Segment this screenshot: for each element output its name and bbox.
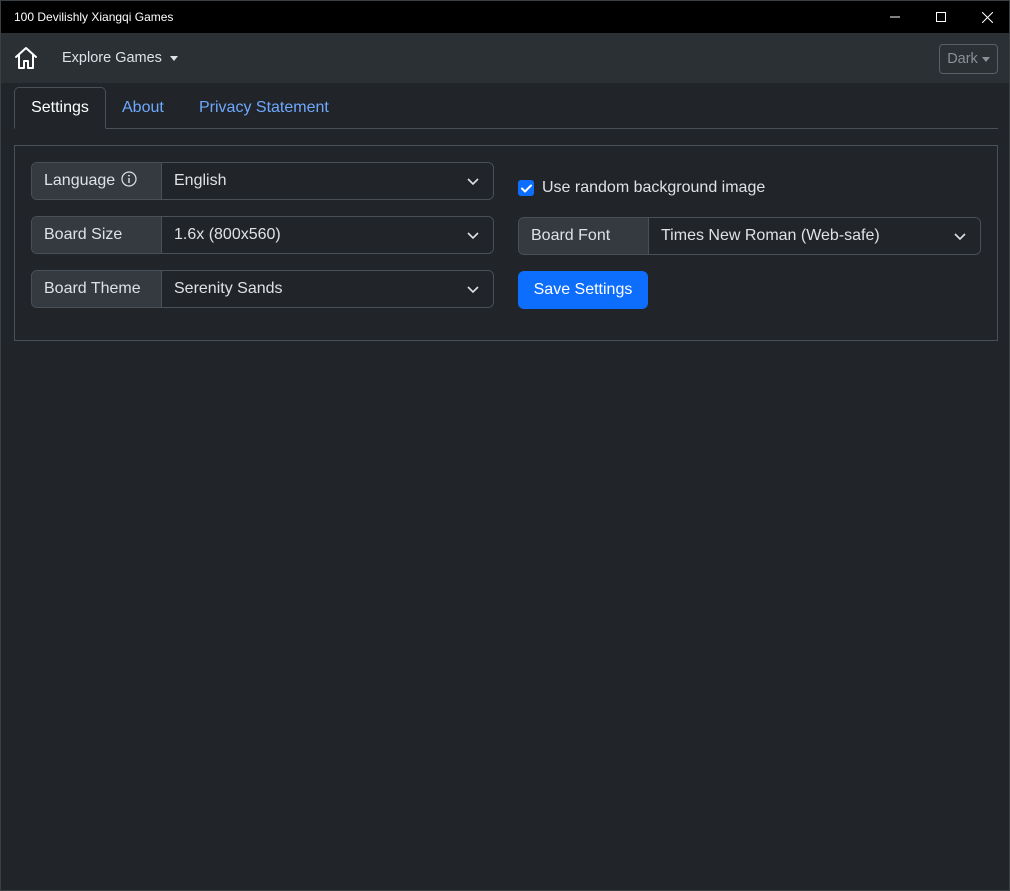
window-title: 100 Devilishly Xiangqi Games [14, 10, 174, 24]
board-size-value: 1.6x (800x560) [174, 226, 281, 243]
board-size-group: Board Size 1.6x (800x560) [31, 216, 494, 254]
tab-bar: Settings About Privacy Statement [14, 87, 998, 129]
language-label: Language [44, 172, 116, 189]
tab-privacy-statement[interactable]: Privacy Statement [199, 87, 329, 129]
theme-dropdown-button[interactable]: Dark [939, 44, 998, 74]
board-size-label: Board Size [32, 217, 162, 253]
board-theme-group: Board Theme Serenity Sands [31, 270, 494, 308]
random-background-checkbox[interactable] [518, 180, 534, 196]
navbar: Explore Games Dark [1, 33, 1009, 83]
maximize-icon [936, 12, 946, 22]
chevron-down-icon [954, 233, 966, 241]
close-icon [981, 11, 993, 23]
board-font-group: Board Font Times New Roman (Web-safe) [518, 217, 981, 255]
caret-down-icon [981, 57, 990, 62]
theme-label: Dark [947, 51, 978, 67]
board-theme-label: Board Theme [32, 271, 162, 307]
save-settings-button[interactable]: Save Settings [518, 271, 648, 309]
maximize-button[interactable] [918, 1, 964, 33]
random-background-label: Use random background image [542, 179, 766, 196]
explore-games-label: Explore Games [62, 50, 162, 66]
board-theme-value: Serenity Sands [174, 280, 283, 297]
home-button[interactable] [13, 45, 39, 71]
language-group: Language English [31, 162, 494, 200]
board-font-value: Times New Roman (Web-safe) [661, 227, 880, 244]
minimize-button[interactable] [872, 1, 918, 33]
language-select[interactable]: English [162, 163, 493, 199]
title-bar: 100 Devilishly Xiangqi Games [1, 1, 1009, 33]
board-theme-select[interactable]: Serenity Sands [162, 271, 493, 307]
tab-about[interactable]: About [122, 87, 164, 129]
random-background-checkbox-row[interactable]: Use random background image [518, 179, 765, 197]
chevron-down-icon [467, 232, 479, 240]
home-icon [15, 47, 37, 69]
board-font-label: Board Font [519, 218, 649, 254]
chevron-down-icon [467, 178, 479, 186]
board-size-select[interactable]: 1.6x (800x560) [162, 217, 493, 253]
close-button[interactable] [964, 1, 1010, 33]
info-icon[interactable] [121, 170, 137, 192]
language-value: English [174, 172, 227, 189]
minimize-icon [890, 16, 900, 18]
tab-settings[interactable]: Settings [14, 87, 106, 129]
checkmark-icon [520, 184, 532, 192]
app-window: 100 Devilishly Xiangqi Games Explore Gam… [0, 0, 1010, 891]
caret-down-icon [169, 56, 178, 61]
explore-games-dropdown[interactable]: Explore Games [62, 50, 178, 66]
board-font-select[interactable]: Times New Roman (Web-safe) [649, 218, 980, 254]
language-label-box: Language [32, 163, 162, 199]
chevron-down-icon [467, 286, 479, 294]
